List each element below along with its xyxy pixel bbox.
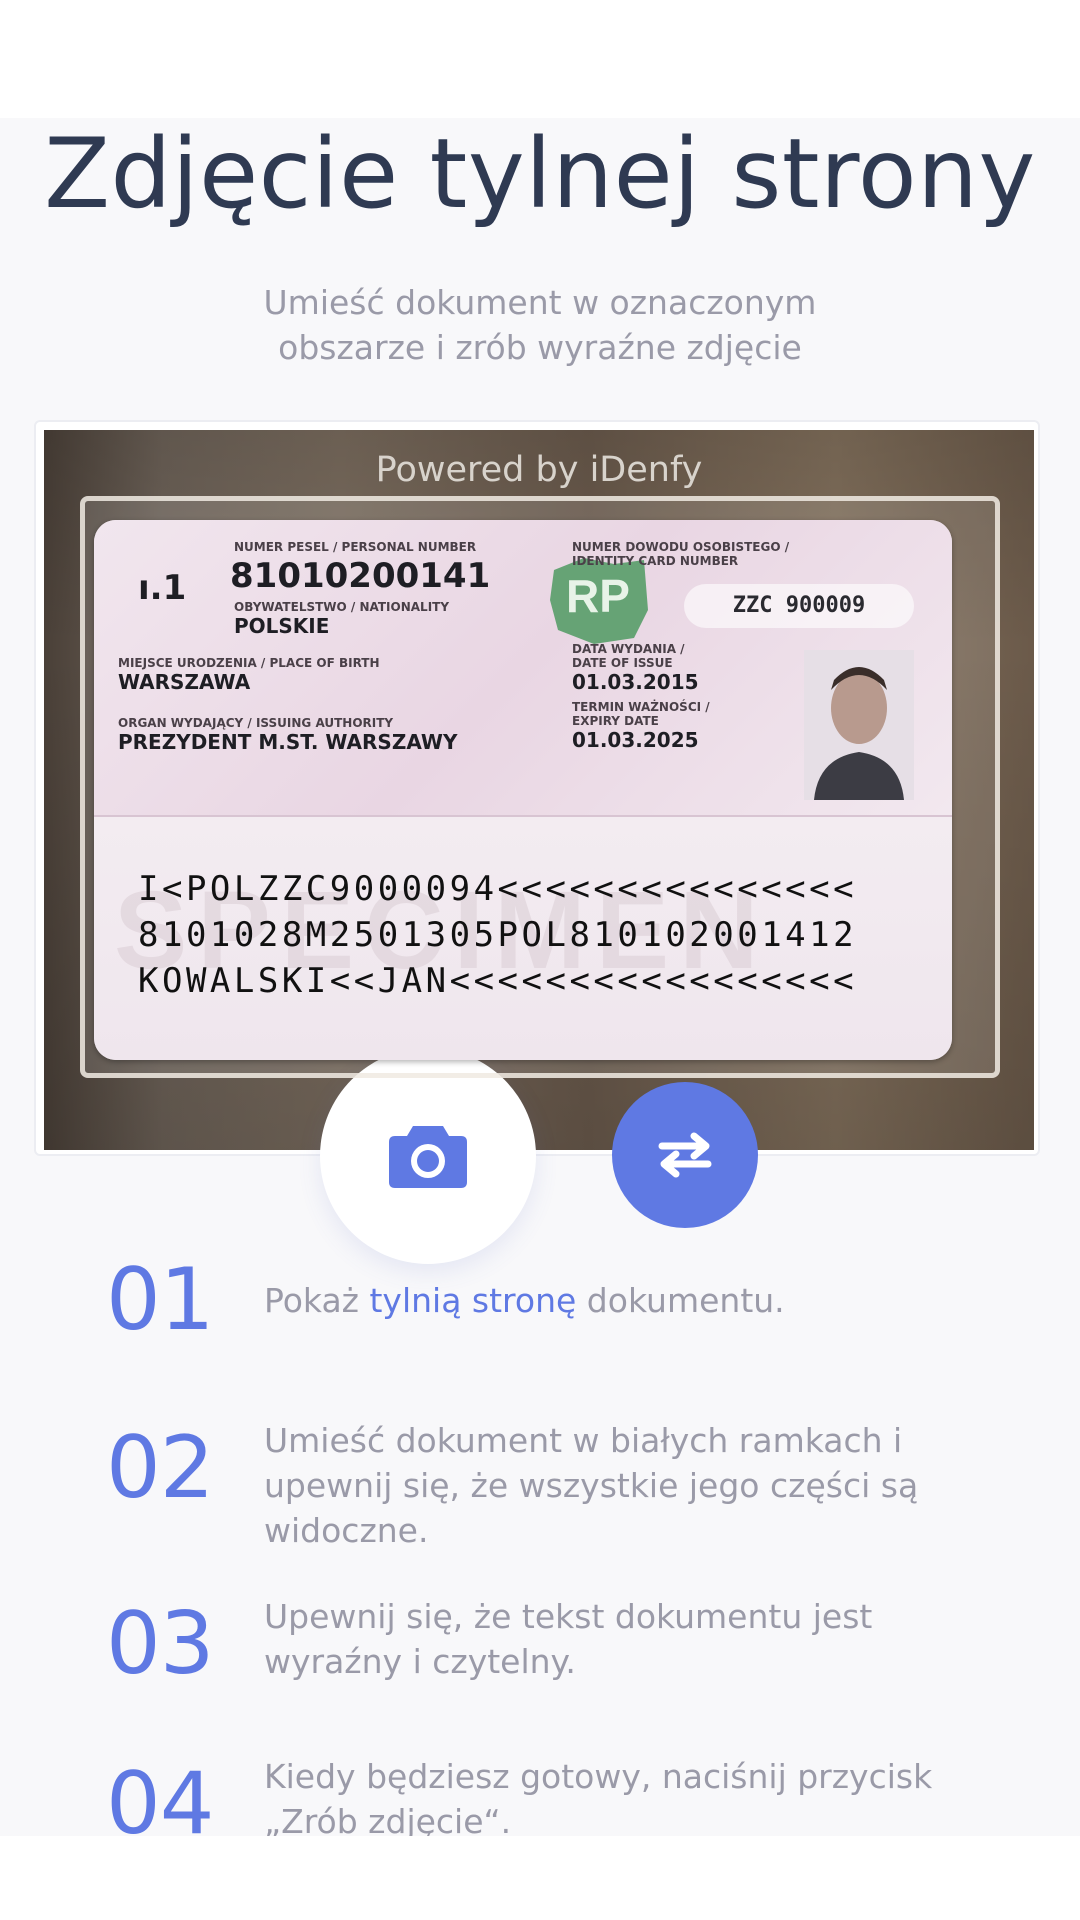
issue-label-1: DATA WYDANIA /	[572, 642, 685, 656]
step-text-part: Pokaż	[264, 1281, 370, 1320]
subtitle-line-1: Umieść dokument w oznaczonym	[263, 283, 817, 322]
authority-label: ORGAN WYDAJĄCY / ISSUING AUTHORITY	[118, 716, 394, 730]
swap-arrows-icon	[658, 1132, 712, 1178]
switch-camera-button[interactable]	[612, 1082, 758, 1228]
powered-by-label: Powered by iDenfy	[375, 450, 703, 490]
birthplace-value: WARSZAWA	[118, 670, 251, 694]
card-mrz-section: SPECIMEN I<POLZZC9000094<<<<<<<<<<<<<<< …	[94, 817, 952, 1060]
capture-photo-button[interactable]	[320, 1048, 536, 1264]
birthplace-label: MIEJSCE URODZENIA / PLACE OF BIRTH	[118, 656, 380, 670]
subtitle-line-2: obszarze i zrób wyraźne zdjęcie	[278, 328, 802, 367]
camera-icon	[389, 1126, 467, 1188]
expiry-label-2: EXPIRY DATE	[572, 714, 659, 728]
rp-logo-text: RP	[566, 570, 630, 622]
step-number: 04	[106, 1754, 214, 1836]
step-text-highlight: tylnią stronę	[369, 1281, 577, 1320]
bottom-bar	[0, 1836, 1080, 1920]
issue-value: 01.03.2015	[572, 670, 699, 694]
issue-label-2: DATE OF ISSUE	[572, 656, 673, 670]
step-text: Kiedy będziesz gotowy, naciśnij przycisk…	[264, 1757, 933, 1836]
step-number: 02	[106, 1418, 214, 1518]
page-title: Zdjęcie tylnej strony	[44, 118, 1036, 230]
id-card-preview: SPECIMEN I<POLZZC9000094<<<<<<<<<<<<<<< …	[94, 520, 952, 1060]
mrz-line-3: KOWALSKI<<JAN<<<<<<<<<<<<<<<<<	[138, 961, 858, 1001]
step-number: 01	[106, 1250, 214, 1350]
idno-label-1: NUMER DOWODU OSOBISTEGO /	[572, 540, 790, 554]
step-text: Pokaż tylnią stronę dokumentu.	[264, 1278, 964, 1323]
idno-value: ZZC 900009	[684, 584, 914, 628]
nationality-label: OBYWATELSTWO / NATIONALITY	[234, 600, 450, 614]
mrz-line-1: I<POLZZC9000094<<<<<<<<<<<<<<<	[138, 869, 858, 909]
idno-label-2: IDENTITY CARD NUMBER	[572, 554, 739, 568]
main-content: Zdjęcie tylnej strony Umieść dokument w …	[0, 118, 1080, 1836]
top-bar	[0, 0, 1080, 118]
step-text-part: dokumentu.	[576, 1281, 785, 1320]
camera-viewfinder: Powered by iDenfy SPECIMEN I<POLZZC90000…	[44, 430, 1034, 1150]
nationality-value: POLSKIE	[234, 614, 330, 638]
card-photo	[804, 650, 914, 800]
camera-frame: Powered by iDenfy SPECIMEN I<POLZZC90000…	[34, 420, 1040, 1156]
expiry-value: 01.03.2025	[572, 728, 699, 752]
pesel-label: NUMER PESEL / PERSONAL NUMBER	[234, 540, 477, 554]
expiry-label-1: TERMIN WAŻNOŚCI /	[572, 700, 710, 714]
step-number: 03	[106, 1594, 214, 1694]
pesel-value: 81010200141	[230, 556, 491, 596]
mrz-line-2: 8101028M2501305POL810102001412	[138, 915, 858, 955]
step-text: Upewnij się, że tekst dokumentu jest wyr…	[264, 1597, 873, 1681]
page-subtitle: Umieść dokument w oznaczonym obszarze i …	[200, 280, 880, 370]
authority-value: PREZYDENT M.ST. WARSZAWY	[118, 730, 458, 754]
card-corner-mark: ı.1	[138, 568, 187, 608]
step-text: Umieść dokument w białych ramkach i upew…	[264, 1421, 919, 1550]
